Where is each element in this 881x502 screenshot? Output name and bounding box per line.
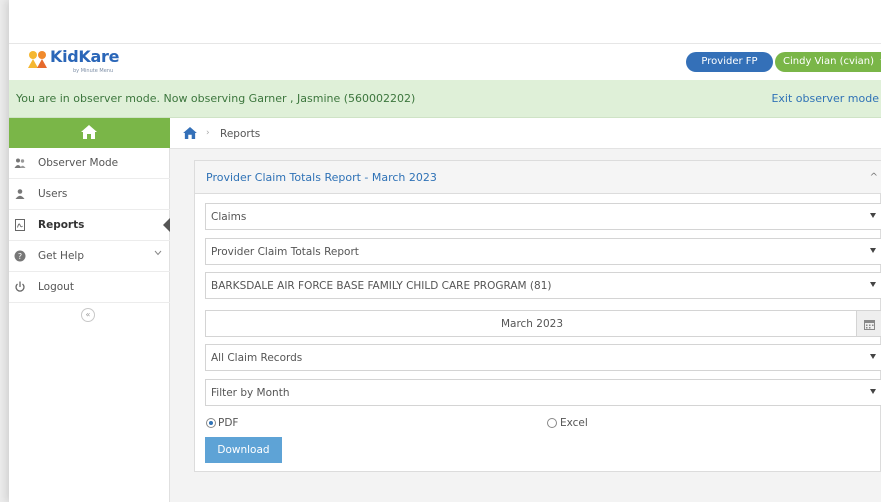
chevron-down-icon	[154, 250, 162, 256]
select-value: BARKSDALE AIR FORCE BASE FAMILY CHILD CA…	[211, 280, 552, 292]
excel-radio[interactable]	[547, 418, 557, 428]
pdf-radio[interactable]	[206, 418, 216, 428]
kidkare-logo[interactable]: KidKare by Minute Menu	[27, 47, 147, 77]
observer-message: You are in observer mode. Now observing …	[16, 92, 416, 105]
download-button[interactable]: Download	[205, 437, 282, 463]
sidebar-item-reports[interactable]: Reports	[9, 210, 171, 241]
exit-observer-link[interactable]: Exit observer mode	[771, 92, 879, 105]
select-value: Filter by Month	[211, 387, 290, 399]
logo-text: KidKare	[50, 47, 120, 66]
sidebar-home-button[interactable]	[9, 118, 170, 148]
browser-top-strip	[9, 0, 881, 44]
sponsor-select[interactable]: BARKSDALE AIR FORCE BASE FAMILY CHILD CA…	[205, 272, 881, 299]
sidebar: Observer Mode Users Reports ? Get Help L…	[9, 118, 171, 502]
dropdown-arrow-icon	[870, 354, 876, 359]
sidebar-item-observer-mode[interactable]: Observer Mode	[9, 148, 170, 179]
report-category-select[interactable]: Claims	[205, 203, 881, 230]
dropdown-arrow-icon	[870, 389, 876, 394]
help-icon: ?	[14, 250, 26, 262]
sidebar-item-label: Logout	[38, 281, 74, 293]
sidebar-item-logout[interactable]: Logout	[9, 272, 170, 303]
select-value: All Claim Records	[211, 352, 303, 364]
power-icon	[15, 281, 25, 292]
dropdown-arrow-icon	[870, 213, 876, 218]
sidebar-item-label: Users	[38, 188, 68, 200]
report-type-select[interactable]: Provider Claim Totals Report	[205, 238, 881, 265]
sidebar-item-label: Reports	[38, 219, 85, 231]
sidebar-collapse-button[interactable]: «	[81, 308, 95, 322]
pdf-radio-label: PDF	[218, 417, 239, 429]
main-content: › Reports Provider Claim Totals Report -…	[170, 118, 881, 502]
sidebar-item-label: Get Help	[38, 250, 84, 262]
panel-header[interactable]: Provider Claim Totals Report - March 202…	[195, 161, 881, 194]
report-panel: Provider Claim Totals Report - March 202…	[194, 160, 881, 472]
breadcrumb-current: Reports	[220, 128, 261, 140]
dropdown-arrow-icon	[870, 248, 876, 253]
sidebar-item-get-help[interactable]: ? Get Help	[9, 241, 170, 272]
user-icon	[15, 189, 25, 199]
filter-select[interactable]: Filter by Month	[205, 379, 881, 406]
calendar-button[interactable]	[857, 310, 881, 337]
user-menu-label: Cindy Vian (cvian)	[783, 56, 875, 67]
users-icon	[14, 158, 26, 168]
logo-subtitle: by Minute Menu	[73, 68, 114, 74]
sidebar-item-users[interactable]: Users	[9, 179, 170, 210]
panel-title: Provider Claim Totals Report - March 202…	[206, 171, 437, 184]
app-header: KidKare by Minute Menu Provider FP Cindy…	[9, 44, 881, 80]
home-icon	[81, 125, 97, 139]
pdf-file-icon	[15, 219, 25, 231]
provider-fp-button[interactable]: Provider FP	[686, 52, 773, 72]
sidebar-item-label: Observer Mode	[38, 157, 119, 169]
svg-text:?: ?	[18, 252, 22, 261]
breadcrumb: › Reports	[170, 118, 881, 149]
claim-records-select[interactable]: All Claim Records	[205, 344, 881, 371]
select-value: Provider Claim Totals Report	[211, 246, 359, 258]
dropdown-arrow-icon	[870, 282, 876, 287]
date-value: March 2023	[500, 318, 564, 330]
calendar-icon	[864, 320, 875, 330]
logo-kids-icon	[28, 51, 47, 68]
user-menu-button[interactable]: Cindy Vian (cvian)	[775, 52, 881, 72]
app-window: KidKare by Minute Menu Provider FP Cindy…	[9, 0, 881, 502]
excel-radio-label: Excel	[560, 417, 588, 429]
month-date-input[interactable]: March 2023	[205, 310, 857, 337]
observer-mode-banner: You are in observer mode. Now observing …	[9, 80, 881, 118]
collapse-caret-icon[interactable]: ^	[870, 172, 878, 183]
breadcrumb-separator: ›	[206, 128, 210, 138]
home-icon[interactable]	[183, 127, 197, 139]
select-value: Claims	[211, 211, 247, 223]
